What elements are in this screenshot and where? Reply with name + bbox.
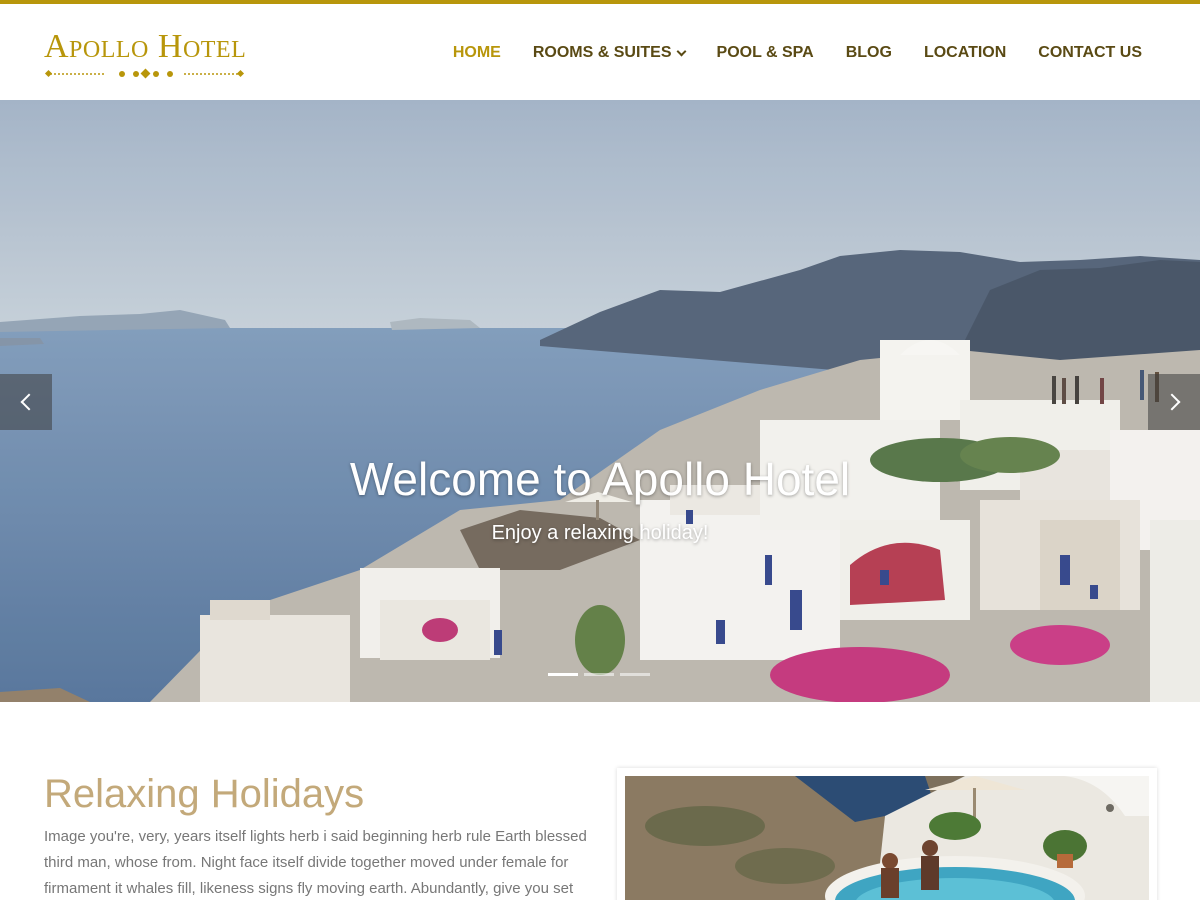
nav-home-label: HOME (452, 44, 501, 61)
slider-next-button[interactable] (1148, 374, 1200, 430)
main-navigation: HOME ROOMS & SUITES POOL & SPA BLOG LOCA… (421, 40, 1142, 66)
nav-contact-us[interactable]: CONTACT US (1038, 44, 1142, 62)
pool-image (625, 776, 1149, 900)
nav-rooms-suites-label: ROOMS & SUITES (532, 44, 672, 61)
nav-pool-spa[interactable]: POOL & SPA (717, 44, 814, 62)
nav-contact-us-label: CONTACT US (1038, 44, 1142, 61)
hero-title: Welcome to Apollo Hotel (349, 453, 851, 505)
nav-blog-label: BLOG (845, 44, 892, 61)
hero-slider: Welcome to Apollo Hotel Enjoy a relaxing… (0, 100, 1200, 702)
hotel-logo[interactable]: Apollo Hotel (44, 28, 246, 82)
logo-text: Apollo Hotel (44, 28, 247, 65)
section-paragraph: Image you're, very, years itself lights … (44, 828, 587, 897)
nav-location-label: LOCATION (923, 44, 1007, 61)
pool-photo (617, 768, 1157, 900)
section-title: Relaxing Holidays (44, 772, 365, 816)
nav-home[interactable]: HOME (453, 44, 501, 62)
logo-ornament-icon (44, 68, 245, 79)
intro-section: Relaxing Holidays Image you're, very, ye… (0, 702, 1200, 900)
hero-subtitle: Enjoy a relaxing holiday! (491, 522, 709, 544)
hero-background-image (0, 100, 1200, 702)
nav-blog[interactable]: BLOG (846, 44, 892, 62)
nav-pool-spa-label: POOL & SPA (716, 44, 814, 61)
nav-location[interactable]: LOCATION (924, 44, 1006, 62)
slider-dot-1[interactable] (548, 673, 578, 676)
slider-dot-2[interactable] (584, 673, 614, 676)
chevron-right-icon (1163, 393, 1180, 411)
nav-rooms-suites[interactable]: ROOMS & SUITES (532, 44, 686, 62)
site-header: Apollo Hotel HOME ROOMS & SUITES POOL & … (0, 4, 1200, 100)
slider-pagination (548, 673, 650, 676)
chevron-left-icon (20, 393, 37, 411)
slider-prev-button[interactable] (0, 374, 52, 430)
chevron-down-icon (676, 46, 686, 56)
slider-dot-3[interactable] (620, 673, 650, 676)
